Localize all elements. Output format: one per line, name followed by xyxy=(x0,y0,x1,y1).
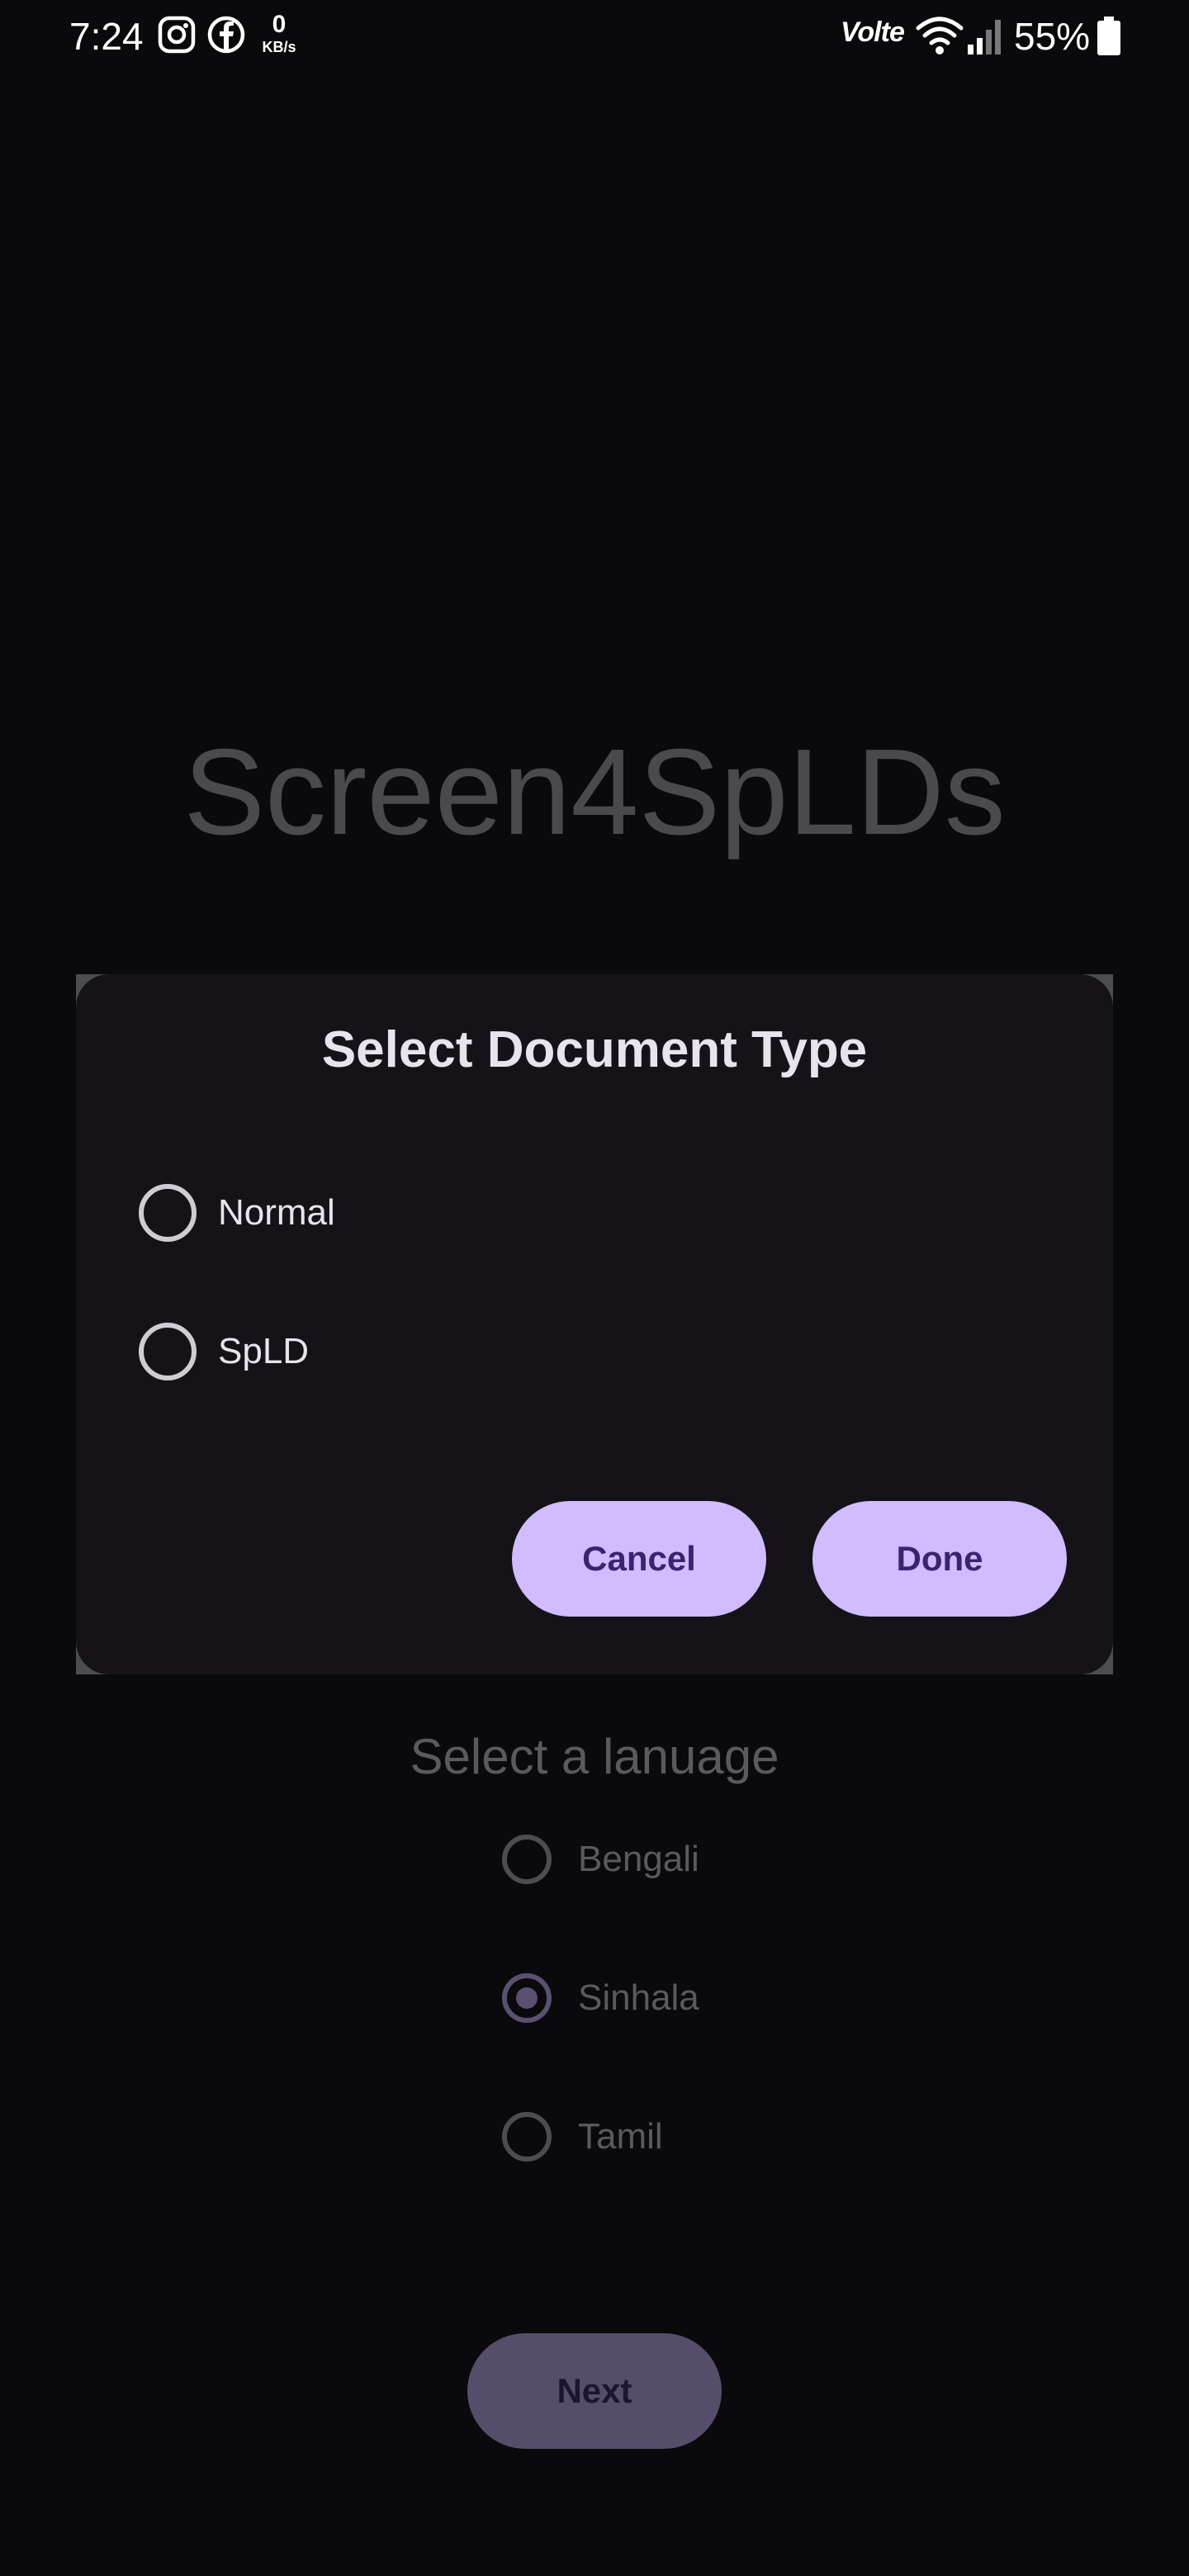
cancel-button[interactable]: Cancel xyxy=(512,1501,766,1617)
status-time: 7:24 xyxy=(69,15,144,58)
language-option-bengali[interactable]: Bengali xyxy=(502,1826,699,1892)
document-option-label: SpLD xyxy=(218,1331,310,1371)
battery-icon xyxy=(1097,17,1121,60)
document-type-dialog: Select Document Type Normal SpLD Cancel … xyxy=(76,974,1113,1674)
net-speed: 0 KB/s xyxy=(258,12,301,56)
language-option-label: Tamil xyxy=(578,2116,663,2157)
radio-button-selected[interactable] xyxy=(502,1973,552,2023)
done-button[interactable]: Done xyxy=(812,1501,1067,1617)
facebook-icon xyxy=(206,15,246,59)
battery-percent: 55% xyxy=(1014,15,1091,58)
signal-icon xyxy=(966,15,1007,60)
language-option-tamil[interactable]: Tamil xyxy=(502,2104,663,2170)
language-option-sinhala[interactable]: Sinhala xyxy=(502,1965,699,2031)
language-option-label: Sinhala xyxy=(578,1977,699,2018)
net-speed-unit: KB/s xyxy=(262,39,296,55)
radio-button[interactable] xyxy=(139,1184,197,1242)
radio-button[interactable] xyxy=(502,1835,552,1884)
net-speed-value: 0 xyxy=(272,11,287,38)
screen: 7:24 0 KB/s Volte 55% Screen4SpLDs Selec… xyxy=(0,0,1189,2576)
document-option-normal[interactable]: Normal xyxy=(139,1176,335,1250)
radio-button[interactable] xyxy=(139,1323,197,1380)
document-option-spld[interactable]: SpLD xyxy=(139,1314,309,1389)
next-button[interactable]: Next xyxy=(467,2333,722,2449)
language-heading: Select a lanuage xyxy=(410,1729,779,1784)
dialog-title: Select Document Type xyxy=(321,1021,868,1078)
wifi-icon xyxy=(915,13,964,60)
language-option-label: Bengali xyxy=(578,1839,699,1879)
volte-indicator: Volte xyxy=(841,17,905,48)
radio-button[interactable] xyxy=(502,2112,552,2162)
instagram-icon xyxy=(157,15,197,59)
document-option-label: Normal xyxy=(218,1192,335,1233)
status-bar: 7:24 0 KB/s Volte 55% xyxy=(0,0,1189,74)
app-title: Screen4SpLDs xyxy=(183,724,1006,860)
